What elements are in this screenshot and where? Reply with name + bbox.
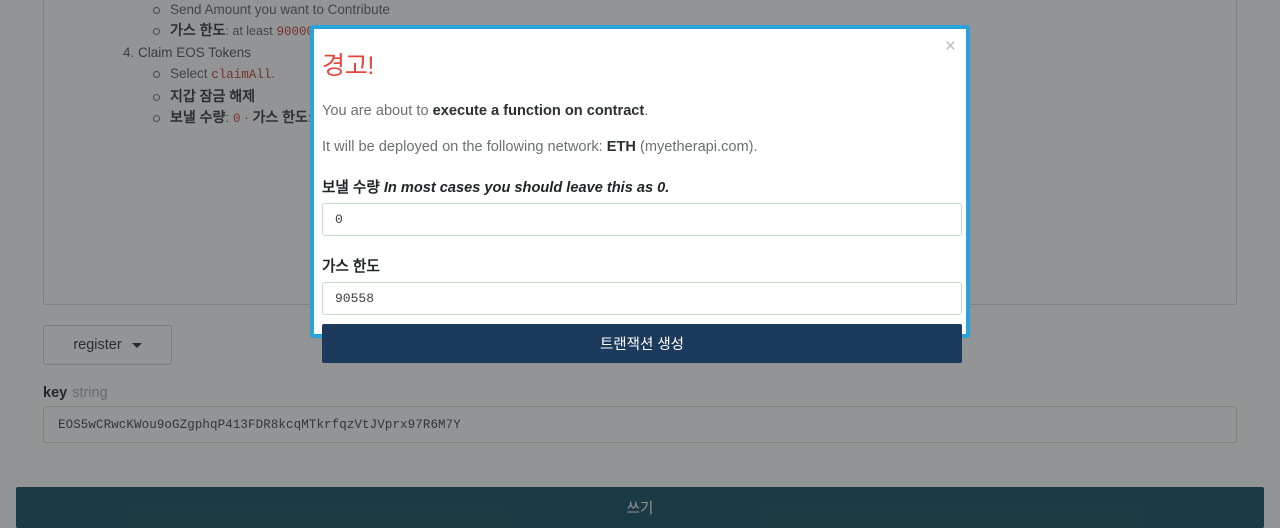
warning-modal: × 경고! You are about to execute a functio… (310, 25, 970, 363)
generate-transaction-label: 트랜잭션 생성 (599, 337, 685, 353)
gas-limit-input[interactable]: 90558 (322, 282, 962, 315)
modal-line-action: You are about to execute a function on c… (322, 102, 958, 121)
close-icon[interactable]: × (945, 37, 956, 56)
modal-line-text: . (644, 103, 649, 119)
amount-label-hint: In most cases you should leave this as 0… (383, 180, 670, 196)
amount-input-value: 0 (335, 212, 343, 227)
modal-line-text: It will be deployed on the following net… (322, 139, 607, 155)
modal-network-name: ETH (606, 139, 636, 155)
modal-line-network: It will be deployed on the following net… (322, 138, 958, 157)
modal-line-text: (myetherapi.com). (635, 139, 758, 155)
amount-field-label: 보낼 수량 In most cases you should leave thi… (322, 176, 958, 197)
gas-field-label: 가스 한도 (322, 259, 380, 275)
modal-line-bold: execute a function on contract (432, 103, 645, 119)
modal-title: 경고! (322, 52, 375, 80)
gas-limit-value: 90558 (335, 291, 375, 306)
generate-transaction-button[interactable]: 트랜잭션 생성 (322, 324, 962, 363)
modal-line-text: You are about to (322, 103, 433, 119)
amount-label-kr: 보낼 수량 (322, 180, 380, 196)
modal-body: You are about to execute a function on c… (314, 102, 966, 363)
amount-input[interactable]: 0 (322, 203, 962, 236)
